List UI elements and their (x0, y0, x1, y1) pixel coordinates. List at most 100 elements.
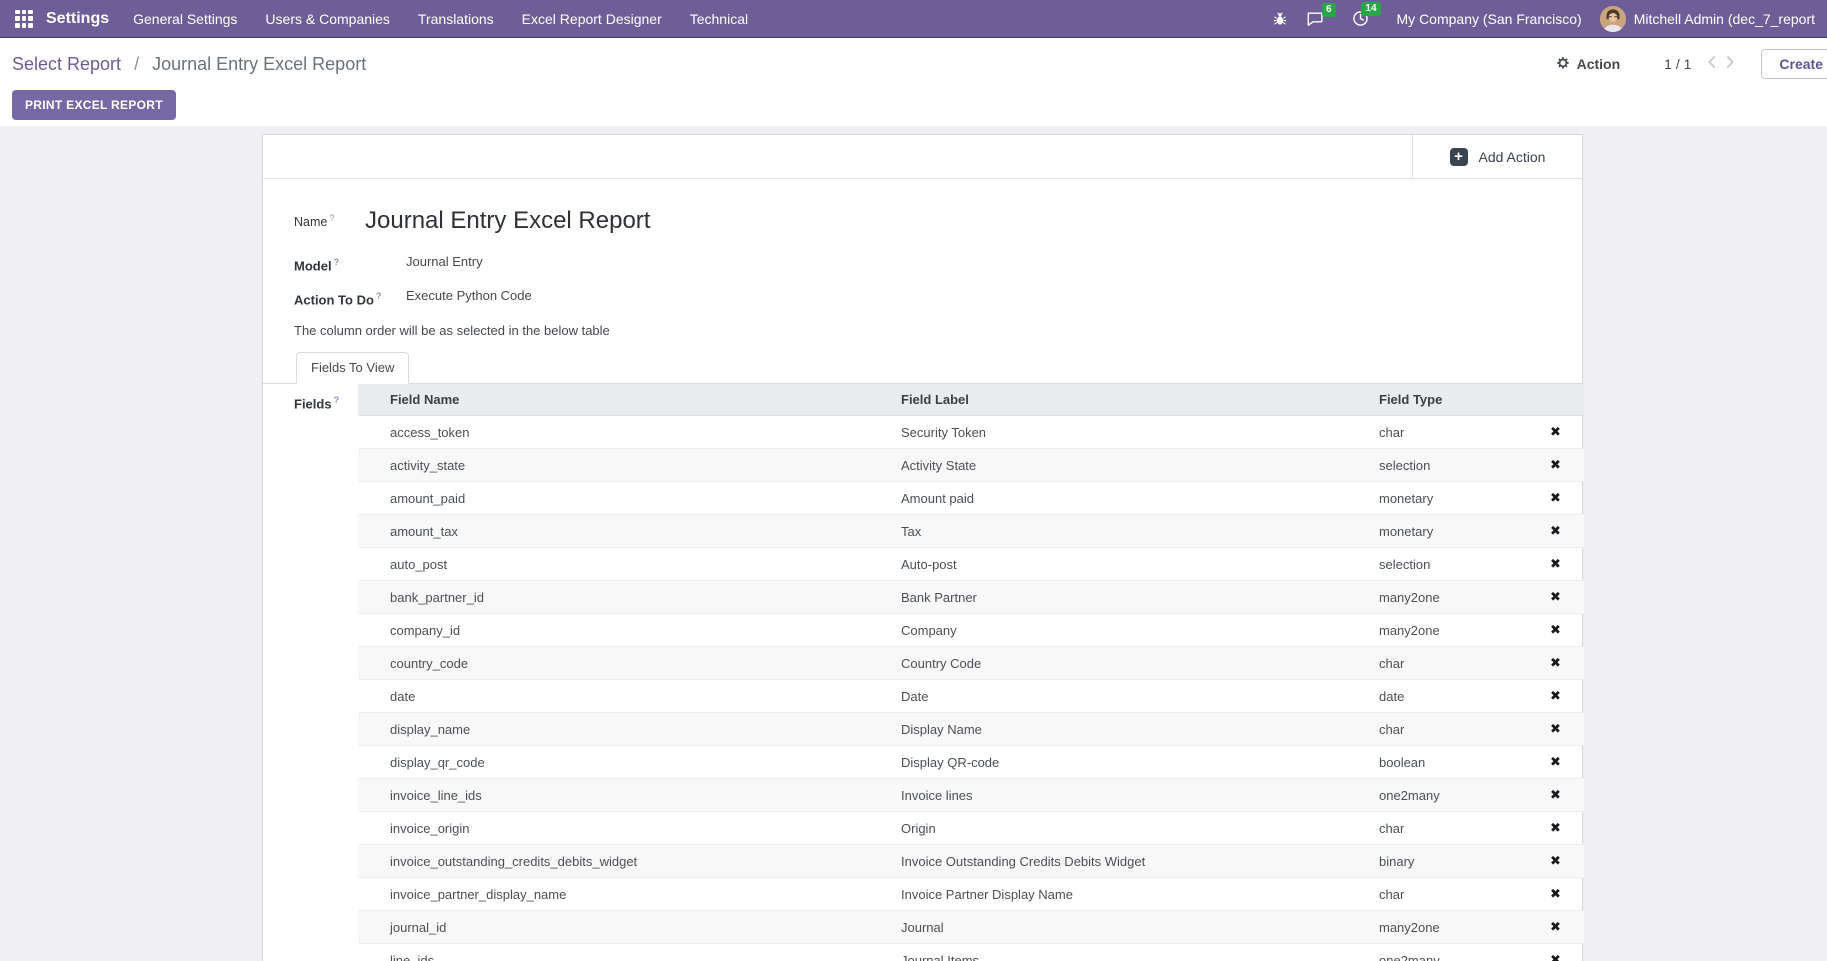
table-row[interactable]: invoice_originOriginchar✖ (358, 812, 1584, 845)
avatar[interactable] (1600, 6, 1626, 32)
debug-button[interactable] (1272, 11, 1288, 27)
table-row[interactable]: dateDatedate ✖ (358, 680, 1584, 713)
field-name-cell: amount_paid (358, 482, 891, 515)
add-action-button[interactable]: + Add Action (1412, 135, 1582, 178)
delete-cell: ✖ (1527, 779, 1584, 812)
remove-row-icon[interactable]: ✖ (1550, 722, 1561, 737)
remove-row-icon[interactable]: ✖ (1550, 557, 1561, 572)
help-tooltip-marker[interactable]: ? (329, 213, 334, 223)
field-type-cell: selection (1369, 548, 1527, 581)
field-name-cell: line_ids (358, 944, 891, 961)
create-button[interactable]: Create (1761, 49, 1827, 79)
table-row[interactable]: access_tokenSecurity Tokenchar✖ (358, 416, 1584, 449)
field-name-cell: journal_id (358, 911, 891, 944)
remove-row-icon[interactable]: ✖ (1550, 590, 1561, 605)
remove-row-icon[interactable]: ✖ (1550, 953, 1561, 961)
remove-row-icon[interactable]: ✖ (1550, 656, 1561, 671)
field-name-cell: invoice_outstanding_credits_debits_widge… (358, 845, 891, 878)
column-header-field-label[interactable]: Field Label (891, 384, 1369, 416)
content-area: + Add Action Name? Journal Entry Excel R… (0, 126, 1827, 961)
action-menu-button[interactable]: Action (1556, 56, 1621, 73)
help-tooltip-marker[interactable]: ? (376, 291, 382, 301)
table-row[interactable]: country_codeCountry Codechar✖ (358, 647, 1584, 680)
table-row[interactable]: amount_paidAmount paidmonetary ✖ (358, 482, 1584, 515)
model-field-value[interactable]: Journal Entry (406, 254, 483, 273)
field-label-cell: Country Code (891, 647, 1369, 680)
nav-menu-technical[interactable]: Technical (676, 1, 762, 37)
plus-icon: + (1450, 148, 1468, 166)
pager-next-button[interactable] (1726, 55, 1735, 74)
table-row[interactable]: display_nameDisplay Namechar✖ (358, 713, 1584, 746)
remove-row-icon[interactable]: ✖ (1550, 920, 1561, 935)
field-type-cell: monetary (1369, 482, 1527, 515)
table-row[interactable]: amount_taxTaxmonetary✖ (358, 515, 1584, 548)
activities-button[interactable]: 14 (1352, 10, 1369, 27)
print-excel-report-button[interactable]: PRINT EXCEL REPORT (12, 90, 176, 120)
field-type-cell: date (1369, 680, 1527, 713)
tab-fields-to-view[interactable]: Fields To View (296, 352, 409, 384)
remove-row-icon[interactable]: ✖ (1550, 854, 1561, 869)
field-name-cell: access_token (358, 416, 891, 449)
field-label-cell: Journal Items (891, 944, 1369, 961)
table-row[interactable]: auto_postAuto-postselection✖ (358, 548, 1584, 581)
company-switcher[interactable]: My Company (San Francisco) (1397, 11, 1582, 27)
field-name-cell: date (358, 680, 891, 713)
messages-button[interactable]: 6 (1306, 11, 1324, 27)
app-name[interactable]: Settings (46, 10, 109, 28)
table-row[interactable]: company_idCompanymany2one✖ (358, 614, 1584, 647)
pager-previous-button[interactable] (1707, 55, 1716, 74)
remove-row-icon[interactable]: ✖ (1550, 425, 1561, 440)
field-name-cell: display_qr_code (358, 746, 891, 779)
table-row[interactable]: journal_idJournalmany2one✖ (358, 911, 1584, 944)
field-label-cell: Company (891, 614, 1369, 647)
nav-menu-excel-report-designer[interactable]: Excel Report Designer (508, 1, 676, 37)
table-row[interactable]: bank_partner_idBank Partnermany2one✖ (358, 581, 1584, 614)
top-navbar: Settings General SettingsUsers & Compani… (0, 0, 1827, 38)
pager-value: 1 / 1 (1664, 56, 1691, 72)
remove-row-icon[interactable]: ✖ (1550, 788, 1561, 803)
field-type-cell: many2one (1369, 581, 1527, 614)
remove-row-icon[interactable]: ✖ (1550, 623, 1561, 638)
delete-cell: ✖ (1527, 713, 1584, 746)
remove-row-icon[interactable]: ✖ (1550, 821, 1561, 836)
table-row[interactable]: display_qr_codeDisplay QR-codeboolean✖ (358, 746, 1584, 779)
activities-badge: 14 (1361, 2, 1380, 16)
delete-cell: ✖ (1527, 878, 1584, 911)
table-row[interactable]: invoice_line_idsInvoice linesone2many✖ (358, 779, 1584, 812)
field-label-cell: Security Token (891, 416, 1369, 449)
user-menu[interactable]: Mitchell Admin (dec_7_report (1634, 11, 1815, 27)
form-statusbar: + Add Action (263, 135, 1582, 179)
action-to-do-field-value[interactable]: Execute Python Code (406, 288, 532, 307)
help-tooltip-marker[interactable]: ? (334, 395, 340, 405)
nav-menu-users-companies[interactable]: Users & Companies (251, 1, 404, 37)
nav-menu-general-settings[interactable]: General Settings (119, 1, 251, 37)
action-to-do-field-label: Action To Do? (294, 288, 406, 307)
remove-row-icon[interactable]: ✖ (1550, 491, 1561, 506)
help-tooltip-marker[interactable]: ? (334, 257, 340, 267)
table-row[interactable]: line_idsJournal Itemsone2many ✖ (358, 944, 1584, 961)
apps-menu-icon[interactable] (15, 10, 33, 28)
model-field-label: Model? (294, 254, 406, 273)
remove-row-icon[interactable]: ✖ (1550, 524, 1561, 539)
field-label-cell: Invoice lines (891, 779, 1369, 812)
field-label-cell: Date (891, 680, 1369, 713)
remove-row-icon[interactable]: ✖ (1550, 887, 1561, 902)
remove-row-icon[interactable]: ✖ (1550, 755, 1561, 770)
remove-row-icon[interactable]: ✖ (1550, 689, 1561, 704)
field-type-cell: many2one (1369, 911, 1527, 944)
field-type-cell: boolean (1369, 746, 1527, 779)
delete-cell: ✖ (1527, 680, 1584, 713)
column-header-field-name[interactable]: Field Name (358, 384, 891, 416)
field-label-cell: Amount paid (891, 482, 1369, 515)
chevron-left-icon (1707, 55, 1716, 74)
name-field-value[interactable]: Journal Entry Excel Report (365, 205, 650, 237)
remove-row-icon[interactable]: ✖ (1550, 458, 1561, 473)
nav-menu-translations[interactable]: Translations (404, 1, 508, 37)
breadcrumb-parent-link[interactable]: Select Report (12, 54, 121, 74)
table-row[interactable]: invoice_partner_display_nameInvoice Part… (358, 878, 1584, 911)
field-name-cell: invoice_origin (358, 812, 891, 845)
table-row[interactable]: activity_stateActivity Stateselection✖ (358, 449, 1584, 482)
field-type-cell: one2many (1369, 944, 1527, 961)
column-header-field-type[interactable]: Field Type (1369, 384, 1527, 416)
table-row[interactable]: invoice_outstanding_credits_debits_widge… (358, 845, 1584, 878)
